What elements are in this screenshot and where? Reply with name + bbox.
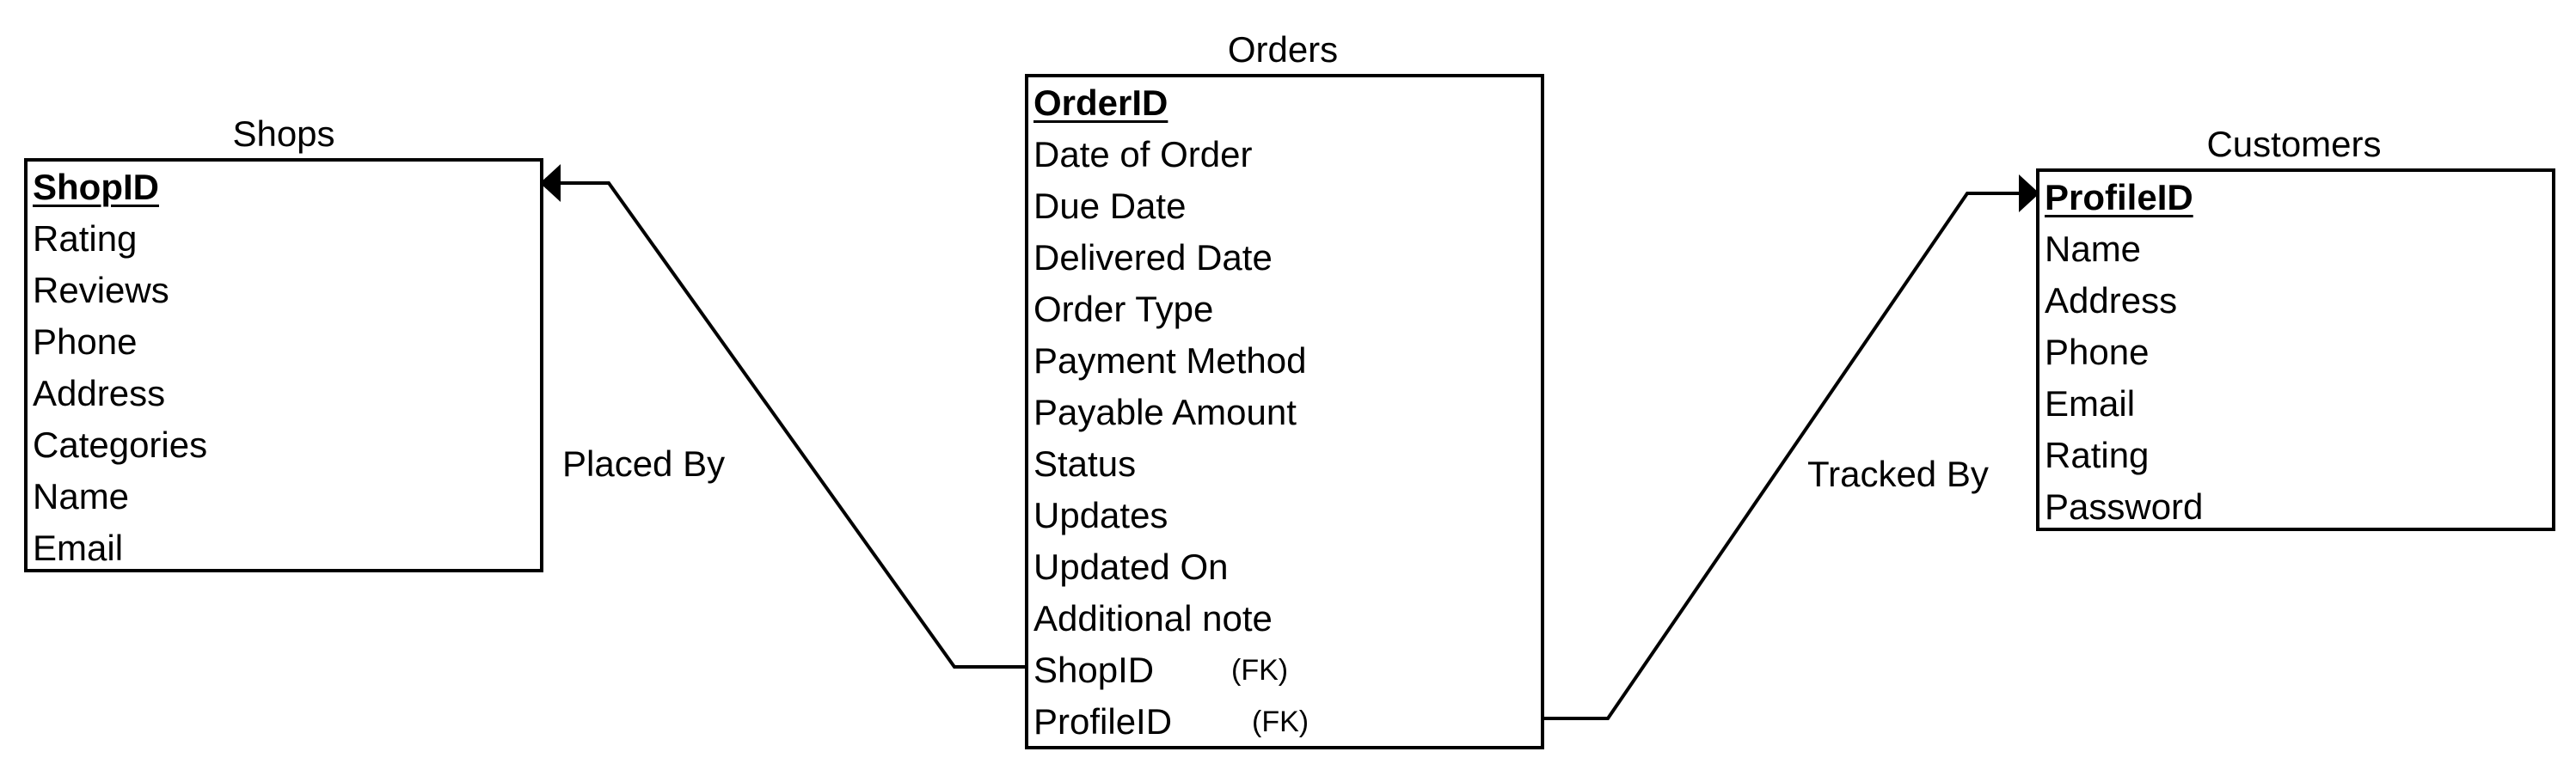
tracked-by-arrowhead [2019, 174, 2039, 212]
placed-by-arrowhead [540, 164, 561, 202]
tracked-by-label: Tracked By [1807, 454, 1989, 494]
placed-by-label: Placed By [562, 443, 726, 484]
placed-by-connector [543, 181, 1025, 669]
relationship-connectors [540, 164, 2039, 720]
